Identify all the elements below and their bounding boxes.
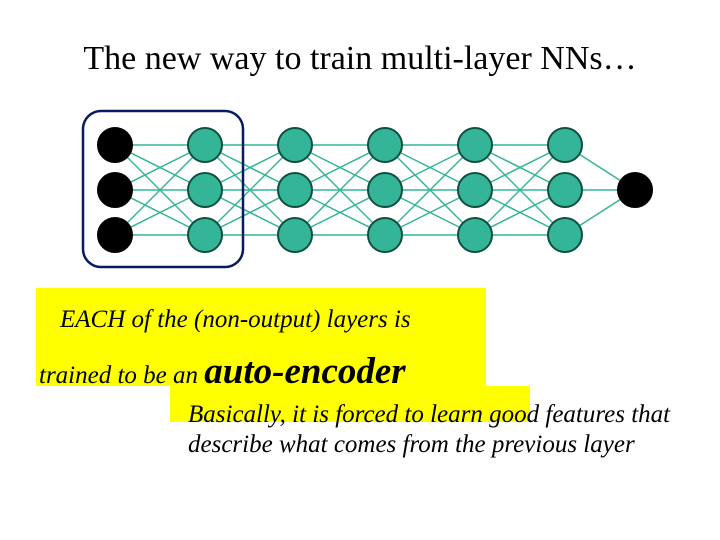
slide-title: The new way to train multi-layer NNs… [0,40,720,78]
nn-node [278,173,312,207]
nn-node [188,128,222,162]
nn-node [278,128,312,162]
nn-node [98,128,132,162]
nn-node [188,173,222,207]
caption-line-3: Basically, it is forced to learn good fe… [188,400,678,459]
nn-diagram [55,105,675,275]
caption-line-2a: trained to be an [39,362,204,389]
caption-line-1: EACH of the (non-output) layers is [60,306,411,334]
nn-node [548,128,582,162]
autoencoder-term: auto-encoder [204,351,405,392]
nn-node [368,128,402,162]
nn-node [548,218,582,252]
caption-line-2: trained to be an auto-encoder [39,350,406,393]
nn-node [368,173,402,207]
nn-node [458,128,492,162]
nn-node [278,218,312,252]
nn-node [98,218,132,252]
nn-node [548,173,582,207]
nn-node [368,218,402,252]
nn-node [458,218,492,252]
nn-node [458,173,492,207]
nn-node [188,218,222,252]
nn-node [98,173,132,207]
nn-node [618,173,652,207]
